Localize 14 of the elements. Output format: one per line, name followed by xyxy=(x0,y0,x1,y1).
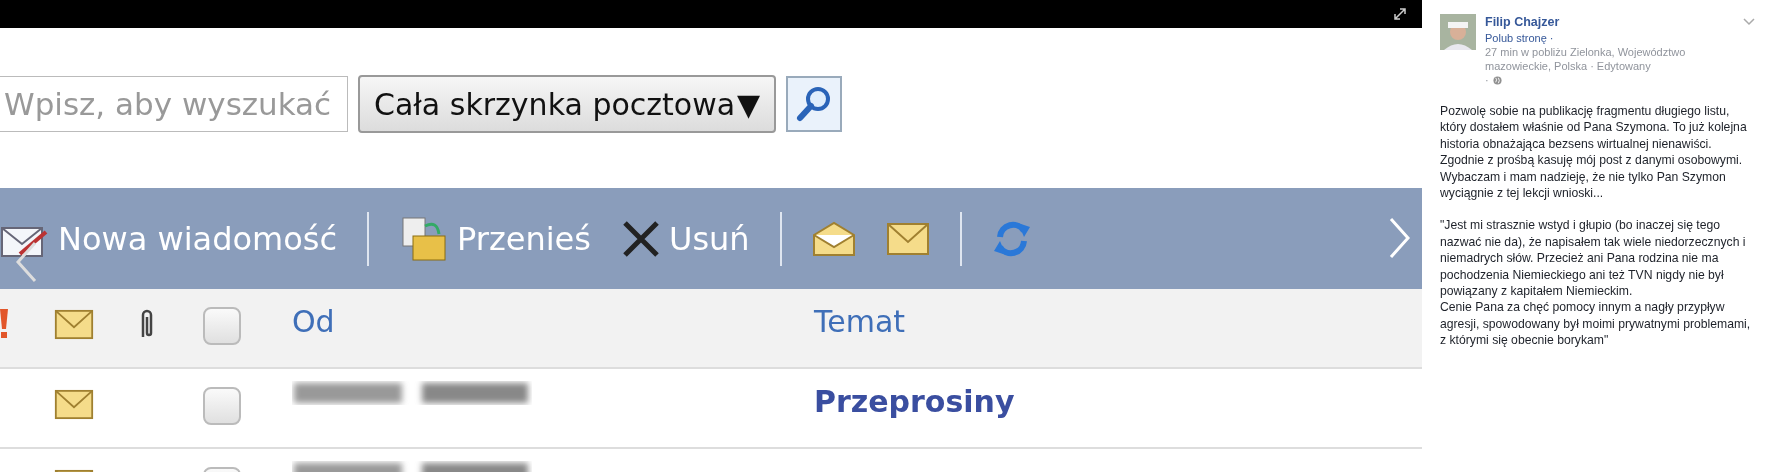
post-meta: 27 min w pobliżu Zielonka, Województwo mazowieckie, Polska · Edytowany xyxy=(1485,45,1687,73)
column-header[interactable]: Od xyxy=(292,304,335,339)
toolbar-button[interactable]: Usuń xyxy=(620,218,750,259)
toolbar-button[interactable]: Przenieś xyxy=(399,213,591,264)
search-field[interactable]: Wpisz, aby wyszukać xyxy=(0,76,348,132)
subject[interactable]: Przeprosiny xyxy=(814,384,1015,419)
separator-dot: · xyxy=(1485,73,1489,87)
like-page-link[interactable]: Polub stronę · xyxy=(1485,31,1700,45)
toolbar-button[interactable]: Nowa wiadomość xyxy=(0,213,338,264)
post-paragraph: "Jest mi strasznie wstyd i głupio (bo inaczej się tego nazwać nie da), że napisałem tak wiele niedorzecznych i niemadrych słów. Przecież ani Pana rodzina nie ma pochodzenia Niemieckiego ani też TVN nigdy nie był powiązany z kapitałem Niemieckim. Cenie Pana za chęć pomocy innym a nagły przypływ agresji, spowodowany był moimi prywatnymi problemami, z którymi się obecnie borykam" xyxy=(1440,217,1752,349)
scope-dropdown[interactable]: Cała skrzynka pocztowa▼ xyxy=(358,75,776,133)
column-header[interactable]: Temat xyxy=(814,304,906,339)
post-paragraph: Pozwolę sobie na publikację fragmentu długiego listu, który dostałem właśnie od Pana Szymona. To już kolejna historia obnażająca bezsens wirtualnej nienawiści. Zgodnie z prośbą kasuję mój post z danymi osobowymi. Wybaczam i mam nadzieję, że nie tylko Pan Szymon wyciągnie z tej lekcji wnioski... xyxy=(1440,103,1748,202)
author-name[interactable]: Filip Chajzer xyxy=(1485,14,1700,31)
